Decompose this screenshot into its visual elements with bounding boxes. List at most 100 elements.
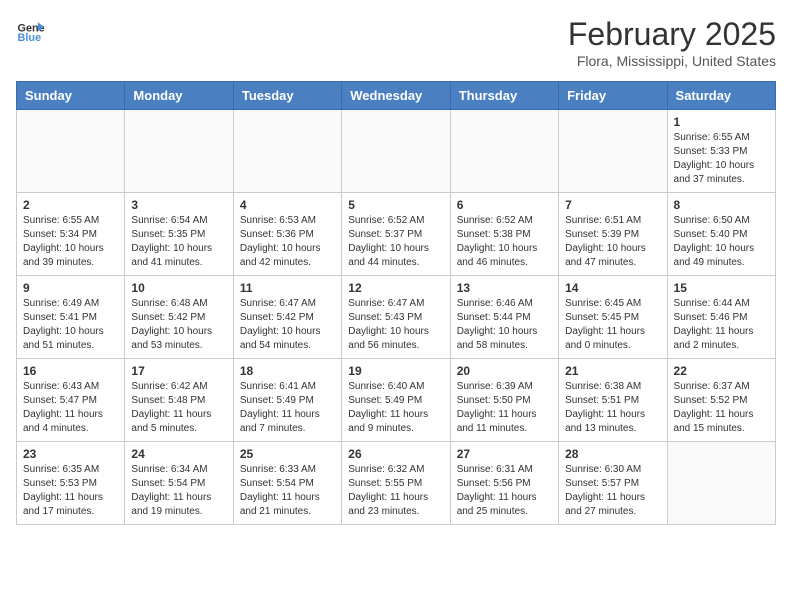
weekday-header-monday: Monday [125, 82, 233, 110]
calendar-cell: 21 Sunrise: 6:38 AMSunset: 5:51 PMDayligh… [559, 359, 667, 442]
day-detail: Sunrise: 6:53 AMSunset: 5:36 PMDaylight:… [240, 214, 335, 270]
calendar-cell: 9 Sunrise: 6:49 AMSunset: 5:41 PMDaylight… [17, 276, 125, 359]
calendar-cell: 28 Sunrise: 6:30 AMSunset: 5:57 PMDayligh… [559, 442, 667, 525]
calendar-cell: 17 Sunrise: 6:42 AMSunset: 5:48 PMDayligh… [125, 359, 233, 442]
weekday-header-tuesday: Tuesday [233, 82, 341, 110]
week-row-2: 2Sunrise: 6:55 AMSunset: 5:34 PMDaylight… [17, 193, 776, 276]
calendar-table: SundayMondayTuesdayWednesdayThursdayFrid… [16, 81, 776, 525]
day-detail: Sunrise: 6:52 AMSunset: 5:37 PMDaylight:… [348, 214, 443, 270]
day-detail: Sunrise: 6:50 AMSunset: 5:40 PMDaylight:… [674, 214, 769, 270]
day-detail: Sunrise: 6:37 AMSunset: 5:52 PMDaylight:… [674, 380, 769, 436]
calendar-cell: 2Sunrise: 6:55 AMSunset: 5:34 PMDaylight… [17, 193, 125, 276]
day-detail: Sunrise: 6:42 AMSunset: 5:48 PMDaylight:… [131, 380, 226, 436]
calendar-cell: 15 Sunrise: 6:44 AMSunset: 5:46 PMDayligh… [667, 276, 775, 359]
weekday-header-thursday: Thursday [450, 82, 558, 110]
day-detail: Sunrise: 6:54 AMSunset: 5:35 PMDaylight:… [131, 214, 226, 270]
day-detail: Sunrise: 6:41 AMSunset: 5:49 PMDaylight:… [240, 380, 335, 436]
logo-icon: General Blue [16, 16, 44, 44]
page-title: February 2025 [568, 16, 776, 53]
calendar-cell: 22 Sunrise: 6:37 AMSunset: 5:52 PMDayligh… [667, 359, 775, 442]
day-number: 28 [565, 447, 660, 461]
calendar-cell [233, 110, 341, 193]
week-row-1: 1Sunrise: 6:55 AMSunset: 5:33 PMDaylight… [17, 110, 776, 193]
day-number: 12 [348, 281, 443, 295]
calendar-cell: 26Sunrise: 6:32 AMSunset: 5:55 PMDayligh… [342, 442, 450, 525]
calendar-cell: 1Sunrise: 6:55 AMSunset: 5:33 PMDaylight… [667, 110, 775, 193]
calendar-cell: 25 Sunrise: 6:33 AMSunset: 5:54 PMDayligh… [233, 442, 341, 525]
calendar-cell: 5 Sunrise: 6:52 AMSunset: 5:37 PMDaylight… [342, 193, 450, 276]
calendar-cell [559, 110, 667, 193]
day-number: 17 [131, 364, 226, 378]
weekday-header-wednesday: Wednesday [342, 82, 450, 110]
day-detail: Sunrise: 6:35 AMSunset: 5:53 PMDaylight:… [23, 463, 118, 519]
day-detail: Sunrise: 6:39 AMSunset: 5:50 PMDaylight:… [457, 380, 552, 436]
day-detail: Sunrise: 6:51 AMSunset: 5:39 PMDaylight:… [565, 214, 660, 270]
calendar-cell: 7 Sunrise: 6:51 AMSunset: 5:39 PMDaylight… [559, 193, 667, 276]
day-number: 11 [240, 281, 335, 295]
day-detail: Sunrise: 6:46 AMSunset: 5:44 PMDaylight:… [457, 297, 552, 353]
calendar-cell: 16 Sunrise: 6:43 AMSunset: 5:47 PMDayligh… [17, 359, 125, 442]
page-header: General Blue February 2025 Flora, Missis… [16, 16, 776, 69]
calendar-cell: 8Sunrise: 6:50 AMSunset: 5:40 PMDaylight… [667, 193, 775, 276]
day-detail: Sunrise: 6:33 AMSunset: 5:54 PMDaylight:… [240, 463, 335, 519]
calendar-cell [450, 110, 558, 193]
calendar-cell [17, 110, 125, 193]
day-number: 15 [674, 281, 769, 295]
day-number: 5 [348, 198, 443, 212]
day-number: 27 [457, 447, 552, 461]
week-row-5: 23 Sunrise: 6:35 AMSunset: 5:53 PMDayligh… [17, 442, 776, 525]
day-number: 7 [565, 198, 660, 212]
day-number: 18 [240, 364, 335, 378]
calendar-cell: 14 Sunrise: 6:45 AMSunset: 5:45 PMDayligh… [559, 276, 667, 359]
day-number: 23 [23, 447, 118, 461]
day-detail: Sunrise: 6:45 AMSunset: 5:45 PMDaylight:… [565, 297, 660, 353]
day-number: 26 [348, 447, 443, 461]
day-number: 3 [131, 198, 226, 212]
day-detail: Sunrise: 6:47 AMSunset: 5:43 PMDaylight:… [348, 297, 443, 353]
weekday-header-friday: Friday [559, 82, 667, 110]
day-detail: Sunrise: 6:31 AMSunset: 5:56 PMDaylight:… [457, 463, 552, 519]
calendar-cell: 12 Sunrise: 6:47 AMSunset: 5:43 PMDayligh… [342, 276, 450, 359]
day-number: 10 [131, 281, 226, 295]
day-number: 22 [674, 364, 769, 378]
week-row-3: 9 Sunrise: 6:49 AMSunset: 5:41 PMDaylight… [17, 276, 776, 359]
calendar-cell: 6 Sunrise: 6:52 AMSunset: 5:38 PMDaylight… [450, 193, 558, 276]
day-number: 20 [457, 364, 552, 378]
day-number: 25 [240, 447, 335, 461]
day-number: 1 [674, 115, 769, 129]
calendar-cell: 27 Sunrise: 6:31 AMSunset: 5:56 PMDayligh… [450, 442, 558, 525]
week-row-4: 16 Sunrise: 6:43 AMSunset: 5:47 PMDayligh… [17, 359, 776, 442]
calendar-cell [667, 442, 775, 525]
day-detail: Sunrise: 6:38 AMSunset: 5:51 PMDaylight:… [565, 380, 660, 436]
day-number: 21 [565, 364, 660, 378]
calendar-cell: 24Sunrise: 6:34 AMSunset: 5:54 PMDayligh… [125, 442, 233, 525]
calendar-cell: 18 Sunrise: 6:41 AMSunset: 5:49 PMDayligh… [233, 359, 341, 442]
calendar-cell: 11 Sunrise: 6:47 AMSunset: 5:42 PMDayligh… [233, 276, 341, 359]
calendar-cell [342, 110, 450, 193]
day-number: 9 [23, 281, 118, 295]
day-detail: Sunrise: 6:55 AMSunset: 5:34 PMDaylight:… [23, 214, 118, 270]
title-block: February 2025 Flora, Mississippi, United… [568, 16, 776, 69]
day-detail: Sunrise: 6:30 AMSunset: 5:57 PMDaylight:… [565, 463, 660, 519]
day-detail: Sunrise: 6:34 AMSunset: 5:54 PMDaylight:… [131, 463, 226, 519]
day-number: 14 [565, 281, 660, 295]
day-number: 6 [457, 198, 552, 212]
day-number: 4 [240, 198, 335, 212]
page-subtitle: Flora, Mississippi, United States [568, 53, 776, 69]
calendar-cell [125, 110, 233, 193]
day-number: 19 [348, 364, 443, 378]
day-number: 13 [457, 281, 552, 295]
weekday-header-row: SundayMondayTuesdayWednesdayThursdayFrid… [17, 82, 776, 110]
calendar-cell: 10Sunrise: 6:48 AMSunset: 5:42 PMDayligh… [125, 276, 233, 359]
calendar-cell: 23 Sunrise: 6:35 AMSunset: 5:53 PMDayligh… [17, 442, 125, 525]
day-detail: Sunrise: 6:43 AMSunset: 5:47 PMDaylight:… [23, 380, 118, 436]
weekday-header-sunday: Sunday [17, 82, 125, 110]
day-detail: Sunrise: 6:47 AMSunset: 5:42 PMDaylight:… [240, 297, 335, 353]
calendar-cell: 20 Sunrise: 6:39 AMSunset: 5:50 PMDayligh… [450, 359, 558, 442]
day-detail: Sunrise: 6:49 AMSunset: 5:41 PMDaylight:… [23, 297, 118, 353]
logo: General Blue [16, 16, 44, 44]
day-detail: Sunrise: 6:52 AMSunset: 5:38 PMDaylight:… [457, 214, 552, 270]
day-detail: Sunrise: 6:44 AMSunset: 5:46 PMDaylight:… [674, 297, 769, 353]
day-number: 16 [23, 364, 118, 378]
calendar-cell: 4 Sunrise: 6:53 AMSunset: 5:36 PMDaylight… [233, 193, 341, 276]
